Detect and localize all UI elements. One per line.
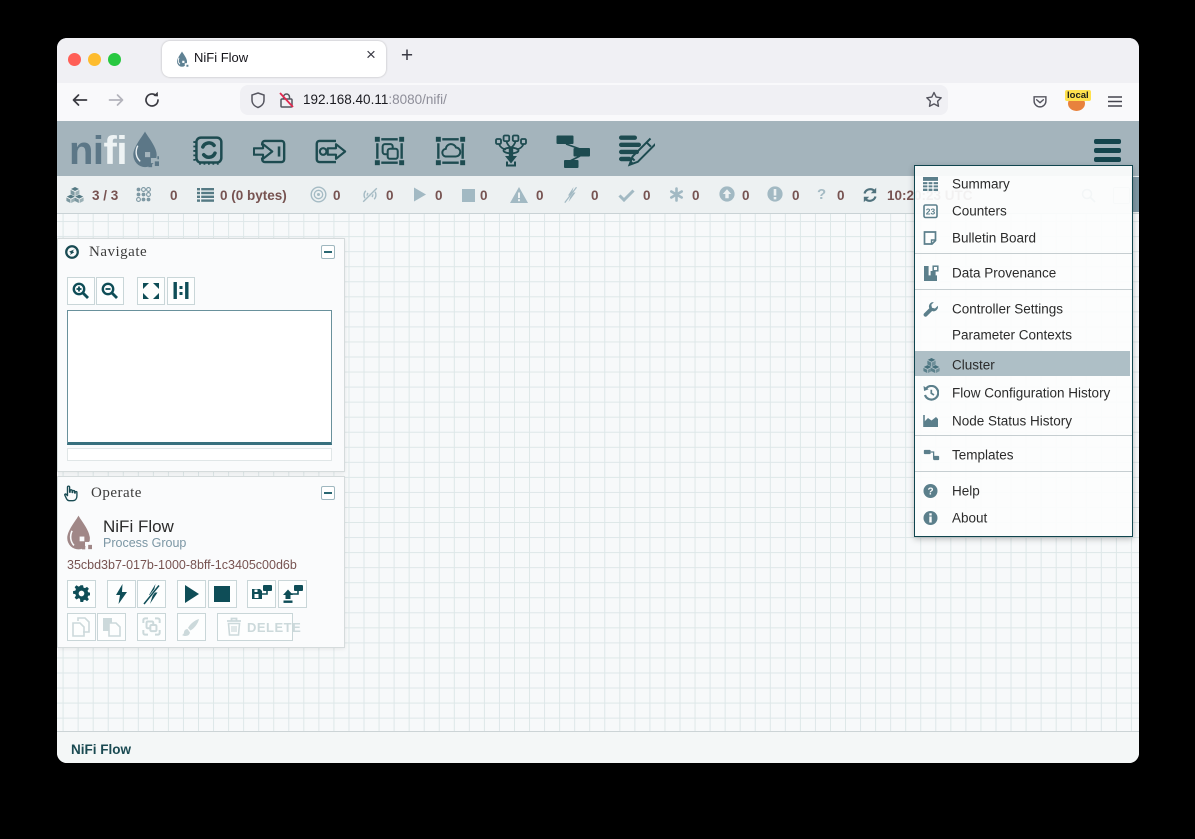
svg-text:?: ? [927,486,933,497]
svg-text:23: 23 [926,206,936,216]
